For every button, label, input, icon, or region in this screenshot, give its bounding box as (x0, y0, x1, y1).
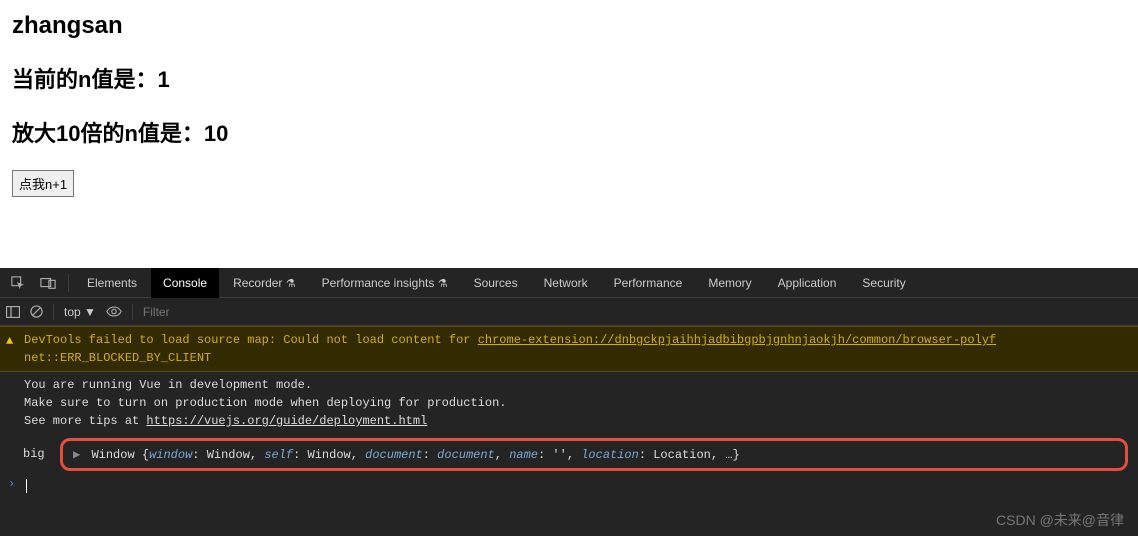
console-output: ▲ DevTools failed to load source map: Co… (0, 326, 1138, 479)
big-n-value: 10 (204, 121, 228, 146)
console-highlight-box: big ▶ Window {window: Window, self: Wind… (60, 438, 1128, 471)
tab-console[interactable]: Console (151, 268, 219, 298)
page-content: zhangsan 当前的n值是：1 放大10倍的n值是：10 点我n+1 (0, 0, 1138, 268)
tab-recorder[interactable]: Recorder ⚗ (221, 268, 308, 298)
increment-button[interactable]: 点我n+1 (12, 170, 74, 197)
tab-elements[interactable]: Elements (75, 268, 149, 298)
vue-dev-line2: Make sure to turn on production mode whe… (24, 396, 506, 410)
warning-link[interactable]: chrome-extension://dnbgckpjaihhjadbibgpb… (478, 333, 996, 347)
clear-console-icon[interactable] (30, 305, 43, 318)
inspect-icon[interactable] (4, 269, 32, 297)
tab-separator (68, 274, 69, 292)
current-n-label: 当前的n值是： (12, 67, 157, 92)
log-label: big (23, 447, 45, 461)
filter-separator (132, 304, 133, 320)
context-selector[interactable]: top ▼ (64, 305, 96, 319)
page-title: zhangsan (12, 12, 1126, 40)
tab-memory[interactable]: Memory (696, 268, 763, 298)
object-class[interactable]: Window (91, 448, 134, 462)
beaker-icon: ⚗ (438, 278, 448, 290)
current-n-value: 1 (157, 67, 169, 92)
warning-error-code: net::ERR_BLOCKED_BY_CLIENT (24, 351, 211, 365)
big-n-line: 放大10倍的n值是：10 (12, 116, 1126, 148)
console-filter-bar: top ▼ (0, 298, 1138, 326)
vue-dev-link[interactable]: https://vuejs.org/guide/deployment.html (146, 414, 427, 428)
console-warning-row: ▲ DevTools failed to load source map: Co… (0, 326, 1138, 372)
vue-dev-line3-prefix: See more tips at (24, 414, 146, 428)
prompt-cursor (26, 479, 27, 493)
expand-arrow-icon[interactable]: ▶ (73, 448, 80, 462)
tab-network[interactable]: Network (532, 268, 600, 298)
big-n-label: 放大10倍的n值是： (12, 121, 204, 146)
filter-input[interactable] (143, 305, 1132, 319)
warning-icon: ▲ (6, 332, 13, 350)
tab-application[interactable]: Application (766, 268, 849, 298)
console-info-row: You are running Vue in development mode.… (0, 372, 1138, 434)
warning-text: DevTools failed to load source map: Coul… (24, 333, 478, 347)
tab-performance[interactable]: Performance (602, 268, 695, 298)
watermark-text: CSDN @未来@音律 (996, 510, 1124, 530)
current-n-line: 当前的n值是：1 (12, 62, 1126, 94)
console-prompt[interactable]: › (0, 475, 1138, 479)
live-expression-icon[interactable] (106, 306, 122, 317)
beaker-icon: ⚗ (286, 278, 296, 290)
filter-separator (53, 304, 54, 320)
devtools-panel: Elements Console Recorder ⚗ Performance … (0, 268, 1138, 536)
tab-sources[interactable]: Sources (462, 268, 530, 298)
tab-security[interactable]: Security (850, 268, 917, 298)
devtools-tabbar: Elements Console Recorder ⚗ Performance … (0, 268, 1138, 298)
tab-performance-insights[interactable]: Performance insights ⚗ (310, 268, 460, 298)
vue-dev-line1: You are running Vue in development mode. (24, 378, 312, 392)
prompt-caret-icon: › (8, 477, 15, 491)
sidebar-toggle-icon[interactable] (6, 306, 20, 318)
device-toggle-icon[interactable] (34, 269, 62, 297)
